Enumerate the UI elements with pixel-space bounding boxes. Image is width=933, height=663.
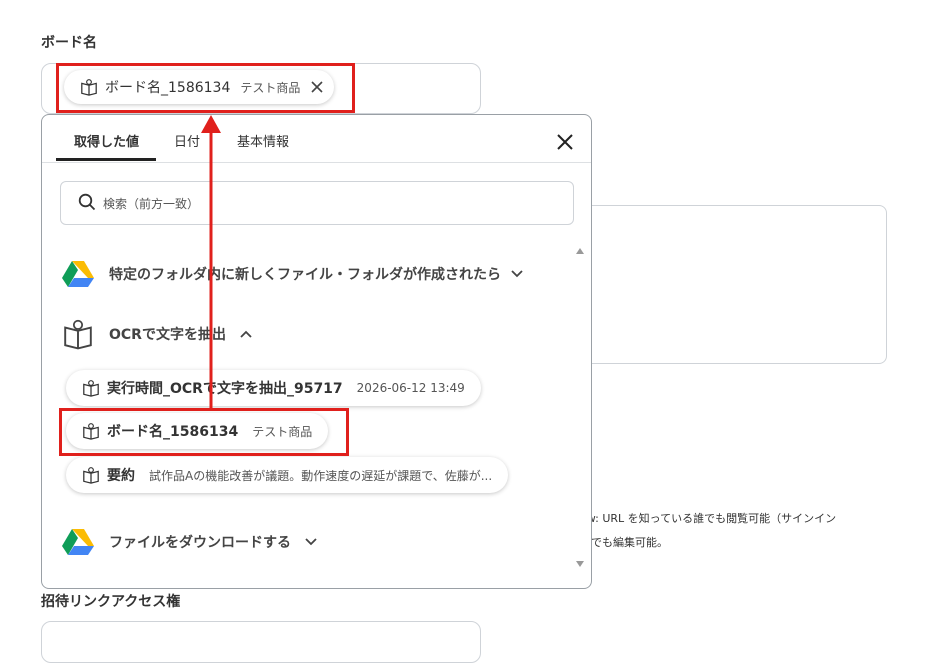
scroll-down-arrow-icon[interactable] (576, 560, 584, 568)
item-title: 実行時間_OCRで文字を抽出_95717 (107, 381, 343, 397)
board-name-label: ボード名 (41, 35, 97, 51)
ocr-book-icon (83, 380, 99, 397)
invite-select[interactable] (41, 621, 481, 663)
item-sub: 2026-06-12 13:49 (356, 381, 465, 395)
close-icon[interactable] (556, 133, 574, 151)
chevron-down-icon (511, 270, 523, 278)
ocr-book-icon (83, 467, 99, 484)
search-icon (78, 193, 96, 211)
search-placeholder: 検索（前方一致） (103, 197, 200, 211)
background-text-line2: 誰でも編集可能。 (580, 536, 668, 549)
background-text-line1: ew: URL を知っている誰でも閲覧可能（サインイン (580, 512, 837, 525)
item-title: 要約 (107, 468, 135, 484)
tab-acquired-values[interactable]: 取得した値 (74, 131, 139, 150)
invite-label: 招待リンクアクセス権 (41, 594, 181, 610)
red-arrow-annotation (201, 115, 221, 411)
section-drive-download[interactable]: ファイルをダウンロードする (62, 528, 317, 556)
active-tab-indicator (56, 158, 156, 161)
chevron-up-icon (240, 330, 252, 338)
google-drive-icon (62, 261, 94, 287)
search-input[interactable]: 検索（前方一致） (60, 181, 574, 225)
tab-date[interactable]: 日付 (174, 131, 200, 150)
section-title-text: ファイルをダウンロードする (109, 535, 291, 551)
tab-divider (42, 162, 591, 163)
highlight-box-list-item (59, 408, 349, 456)
tab-basic-info[interactable]: 基本情報 (237, 131, 289, 150)
item-sub: 試作品Aの機能改善が議題。動作速度の遅延が課題で、佐藤が... (149, 468, 493, 483)
value-picker-panel: 取得した値 日付 基本情報 検索（前方一致） 特定のフォルダ内に新しくファイル・… (41, 114, 592, 589)
scroll-up-arrow-icon[interactable] (576, 247, 584, 255)
list-item-summary[interactable]: 要約 試作品Aの機能改善が議題。動作速度の遅延が課題で、佐藤が... (66, 457, 509, 493)
background-textarea[interactable] (560, 205, 887, 364)
list-item-execution-time[interactable]: 実行時間_OCRで文字を抽出_95717 2026-06-12 13:49 (66, 370, 481, 406)
section-drive-new-file[interactable]: 特定のフォルダ内に新しくファイル・フォルダが作成されたら (62, 260, 523, 288)
section-title-text: 特定のフォルダ内に新しくファイル・フォルダが作成されたら (109, 267, 501, 283)
chevron-down-icon (305, 538, 317, 546)
ocr-book-icon (64, 319, 92, 350)
google-drive-icon (62, 529, 94, 555)
highlight-box-chip (56, 63, 355, 113)
